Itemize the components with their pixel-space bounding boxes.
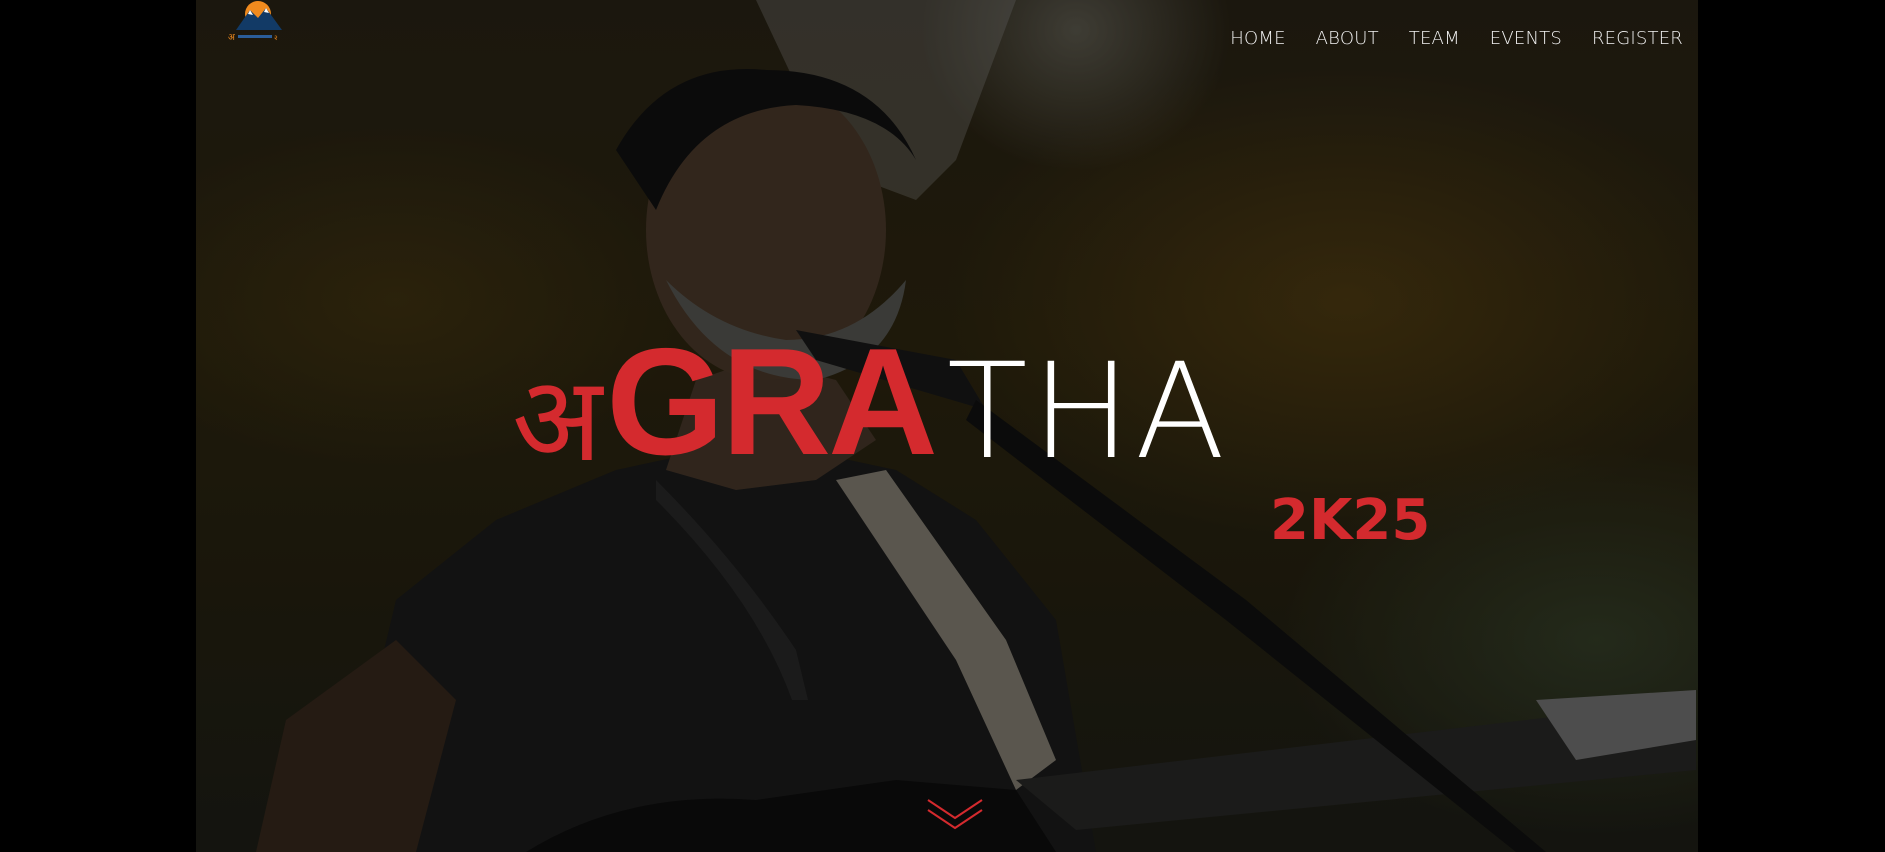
title-bold-part: GRA <box>606 317 938 487</box>
agratha-logo[interactable]: अ २ <box>222 0 294 44</box>
main-nav: HOME ABOUT TEAM EVENTS REGISTER <box>1230 28 1683 49</box>
nav-team[interactable]: TEAM <box>1409 28 1460 49</box>
hero-year: 2K25 <box>1270 488 1431 553</box>
nav-events[interactable]: EVENTS <box>1490 28 1562 49</box>
svg-text:अ: अ <box>228 33 236 43</box>
chevron-down-icon[interactable] <box>924 796 986 840</box>
hero-title: अ GRA THA <box>512 326 1230 489</box>
nav-about[interactable]: ABOUT <box>1316 28 1379 49</box>
svg-text:२: २ <box>274 34 278 42</box>
title-devanagari: अ <box>512 350 603 488</box>
title-light-part: THA <box>946 335 1230 489</box>
nav-register[interactable]: REGISTER <box>1592 28 1683 49</box>
nav-home[interactable]: HOME <box>1230 28 1285 49</box>
hero-section: अ २ HOME ABOUT TEAM EVENTS REGISTER अ GR… <box>196 0 1698 852</box>
